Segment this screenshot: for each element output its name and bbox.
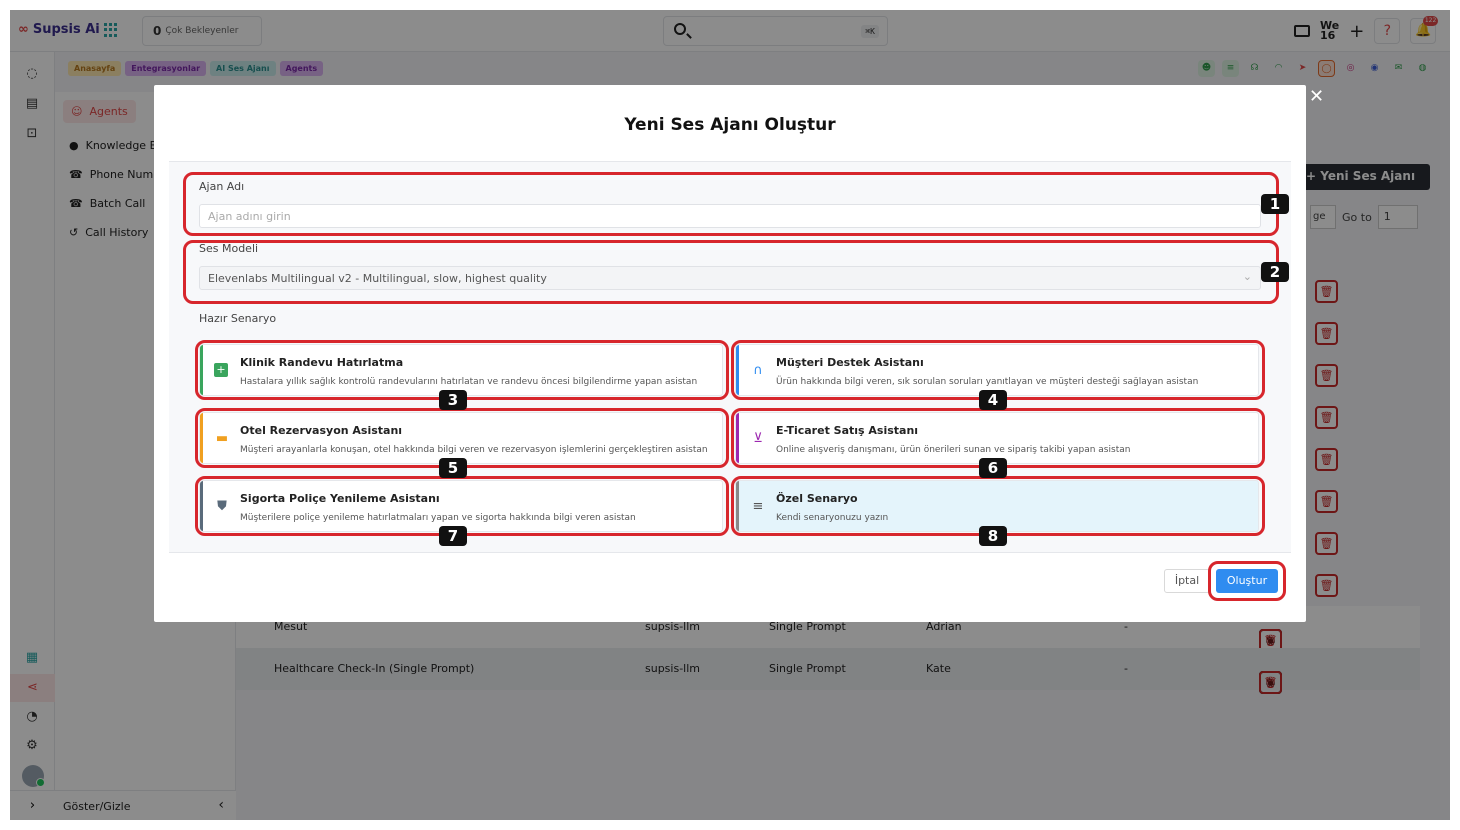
annotation-number: 5 <box>439 458 467 478</box>
annotation-number: 3 <box>439 390 467 410</box>
create-agent-modal: Yeni Ses Ajanı Oluştur Ajan Adı Ajan adı… <box>154 85 1306 622</box>
annotation-box <box>183 240 1279 304</box>
app-frame: ∞ Supsis Ai 0 Çok Bekleyenler ⌘K We 16 +… <box>10 10 1450 820</box>
modal-title: Yeni Ses Ajanı Oluştur <box>624 115 836 135</box>
modal-body: Ajan Adı Ajan adını girin Ses Modeli Ele… <box>169 161 1291 553</box>
annotation-number: 1 <box>1261 194 1289 214</box>
close-icon[interactable]: ✕ <box>1309 86 1324 107</box>
annotation-number: 2 <box>1261 262 1289 282</box>
scenario-label: Hazır Senaryo <box>199 312 277 325</box>
annotation-number: 4 <box>979 390 1007 410</box>
annotation-number: 7 <box>439 526 467 546</box>
annotation-number: 8 <box>979 526 1007 546</box>
annotation-box <box>1208 561 1286 601</box>
annotation-box <box>183 172 1279 236</box>
cancel-button[interactable]: İptal <box>1164 569 1210 593</box>
annotation-number: 6 <box>979 458 1007 478</box>
